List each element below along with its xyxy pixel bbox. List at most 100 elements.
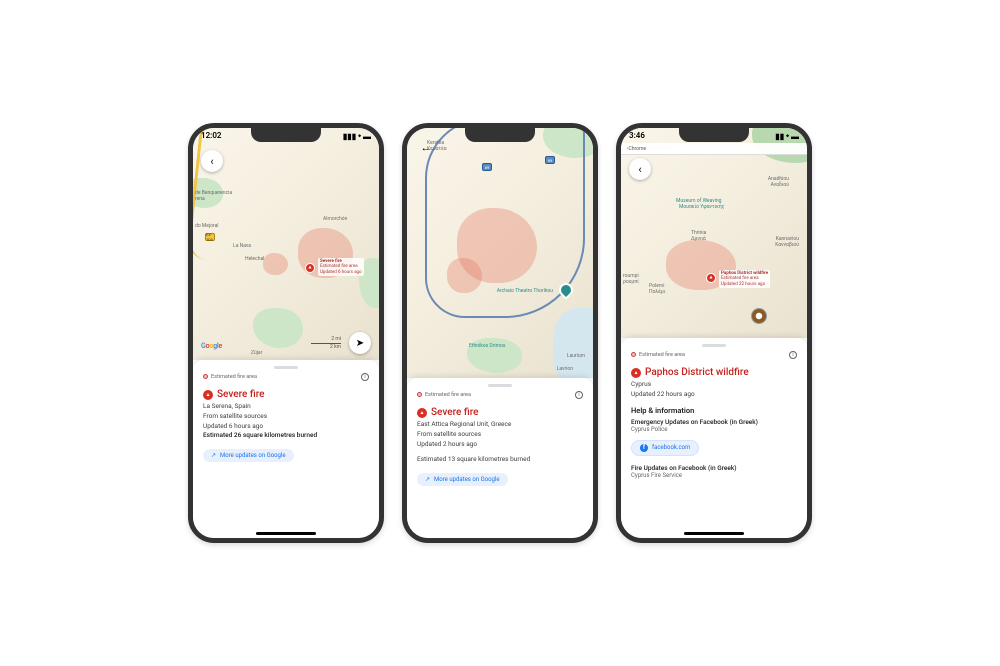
fire-dot-icon [203,374,208,379]
facebook-chip[interactable]: f facebook.com [631,440,699,456]
road-shield: 89 [482,163,492,171]
alert-title-row: Severe fire [417,407,583,418]
sheet-handle[interactable] [274,366,298,369]
alert-burned: Estimated 13 square kilometres burned [417,455,583,465]
info-icon[interactable]: i [789,351,797,359]
place-label: do Mejoral [195,223,219,229]
location-arrow-icon: ➤ [356,338,364,349]
place-label: Δρινιά [691,236,706,242]
fire-pin-label: Paphos District wildfire Estimated fire … [719,270,770,288]
place-label: Lavrion [557,366,573,372]
place-label: Helechal [245,256,264,262]
fire-icon [417,408,427,418]
fire-area-overlay [263,253,288,275]
more-updates-button[interactable]: ↗ More updates on Google [417,473,508,486]
facebook-icon: f [640,444,648,452]
poi-label: Ethnikos Drimos [469,343,505,349]
more-updates-label: More updates on Google [434,476,500,483]
info-icon[interactable]: i [575,391,583,399]
phone-cyprus: 3:46 ▮▮ ⬩ ▬ ‹ Chrome ‹ Paphos District w… [616,123,812,543]
place-label: Laurium [567,353,585,359]
fire-dot-icon [631,352,636,357]
alert-meta: Cyprus Updated 22 hours ago [631,380,797,400]
signal-icon: ▮▮ [775,132,784,141]
battery-icon: ▬ [791,132,799,141]
wifi-icon: ⬩ [786,131,789,141]
scale-mi: 2 mi [311,336,341,342]
home-indicator[interactable] [256,532,316,535]
status-icons: ▮▮ ⬩ ▬ [775,131,799,141]
back-button[interactable]: ← [415,136,437,158]
alert-title-row: Severe fire [203,389,369,400]
pin-sub: Updated 22 hours ago [721,282,765,287]
place-label: ρουμπί [623,279,639,285]
chrome-back-bar[interactable]: ‹ Chrome [621,143,807,155]
alert-location: East Attica Regional Unit, Greece [417,420,583,430]
scale-km: 2 km [311,344,341,350]
phone-greece: ← 89 89 Keratéa Κερατέα Archaio Theatro … [402,123,598,543]
info-sheet[interactable]: Estimated fire area i Severe fire La Ser… [193,360,379,538]
alert-meta: East Attica Regional Unit, Greece From s… [417,420,583,449]
fire-pin-icon[interactable] [305,263,315,273]
alert-title-row: Paphos District wildfire [631,367,797,378]
resource-link-title[interactable]: Fire Updates on Facebook (in Greek) [631,464,797,472]
info-sheet[interactable]: Estimated fire area i Paphos District wi… [621,338,807,538]
poi-label: Archaio Theatro Thorikou [497,288,553,294]
signal-icon: ▮▮▮ [343,132,356,141]
back-button[interactable]: ‹ [201,150,223,172]
estimated-area-row: Estimated fire area i [417,391,583,399]
pin-sub: Updated 6 hours ago [320,270,362,275]
help-heading: Help & information [631,406,797,415]
phone-notch [465,128,535,142]
back-button[interactable]: ‹ [629,158,651,180]
alert-location: La Serena, Spain [203,402,369,412]
sheet-handle[interactable] [488,384,512,387]
sheet-handle[interactable] [702,344,726,347]
road-shield: EX-104 [205,233,215,241]
phone-spain: 12:02 ▮▮▮ ⬩ ▬ ‹ EX-104 Severe fire Estim… [188,123,384,543]
place-label: Zújar [251,350,262,356]
battery-icon: ▬ [363,132,371,141]
info-sheet[interactable]: Estimated fire area i Severe fire East A… [407,378,593,538]
alert-updated: Updated 6 hours ago [203,422,369,432]
estimated-area-row: Estimated fire area i [631,351,797,359]
facebook-chip-label: facebook.com [652,444,690,451]
phone-notch [251,128,321,142]
fire-icon [631,368,641,378]
arrow-left-icon: ← [421,141,432,154]
road-shield: 89 [545,156,555,164]
estimated-area-row: Estimated fire area i [203,373,369,381]
chevron-left-icon: ‹ [638,163,641,176]
pin-sub: Estimated fire area [320,264,358,269]
fire-dot-icon [417,392,422,397]
place-label: Πολέμι [649,289,665,295]
alert-burned: Estimated 26 square kilometres burned [203,431,369,441]
fire-pin-label: Severe fire Estimated fire area Updated … [318,258,364,276]
place-label: Almorchón [323,216,347,222]
open-icon: ↗ [211,452,216,459]
resource-link-title[interactable]: Emergency Updates on Facebook (in Greek) [631,418,797,426]
poi-badge[interactable] [751,308,767,324]
alert-title: Severe fire [431,407,479,418]
status-icons: ▮▮▮ ⬩ ▬ [343,131,371,141]
place-label: rena [195,196,205,202]
open-icon: ↗ [425,476,430,483]
place-label: La Nava [233,243,251,249]
fire-icon [203,390,213,400]
alert-updated: Updated 2 hours ago [417,440,583,450]
status-time: 3:46 [629,131,645,141]
map-view[interactable]: Paphos District wildfire Estimated fire … [621,128,807,338]
map-view[interactable]: 89 89 Keratéa Κερατέα Archaio Theatro Th… [407,128,593,378]
info-icon[interactable]: i [361,373,369,381]
alert-title: Severe fire [217,389,265,400]
alert-source: From satellite sources [417,430,583,440]
fire-area-overlay [447,258,482,293]
locate-me-button[interactable]: ➤ [349,332,371,354]
poi-label: Μουσείο Υφαντικής [679,204,724,210]
pin-sub: Estimated fire area [721,276,759,281]
wifi-icon: ⬩ [358,131,361,141]
resource-link-source: Cyprus Fire Service [631,472,797,479]
more-updates-button[interactable]: ↗ More updates on Google [203,449,294,462]
fire-pin-icon[interactable] [706,273,716,283]
home-indicator[interactable] [684,532,744,535]
